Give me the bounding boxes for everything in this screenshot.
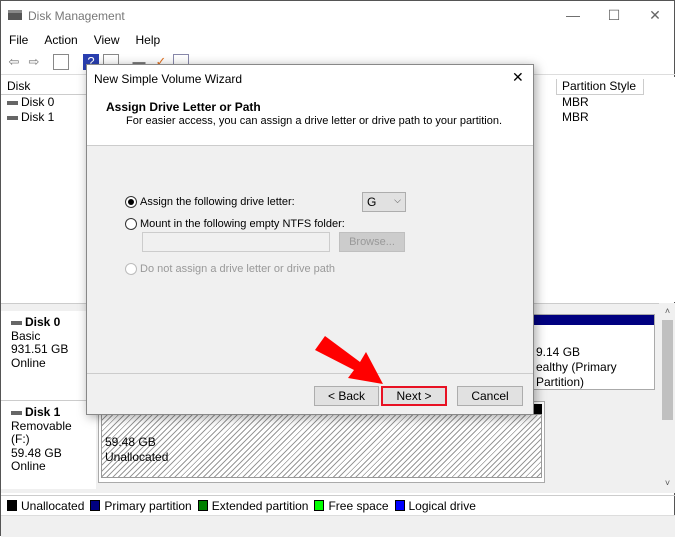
arrow-icon xyxy=(315,336,383,384)
red-arrow-annotation xyxy=(315,336,383,384)
